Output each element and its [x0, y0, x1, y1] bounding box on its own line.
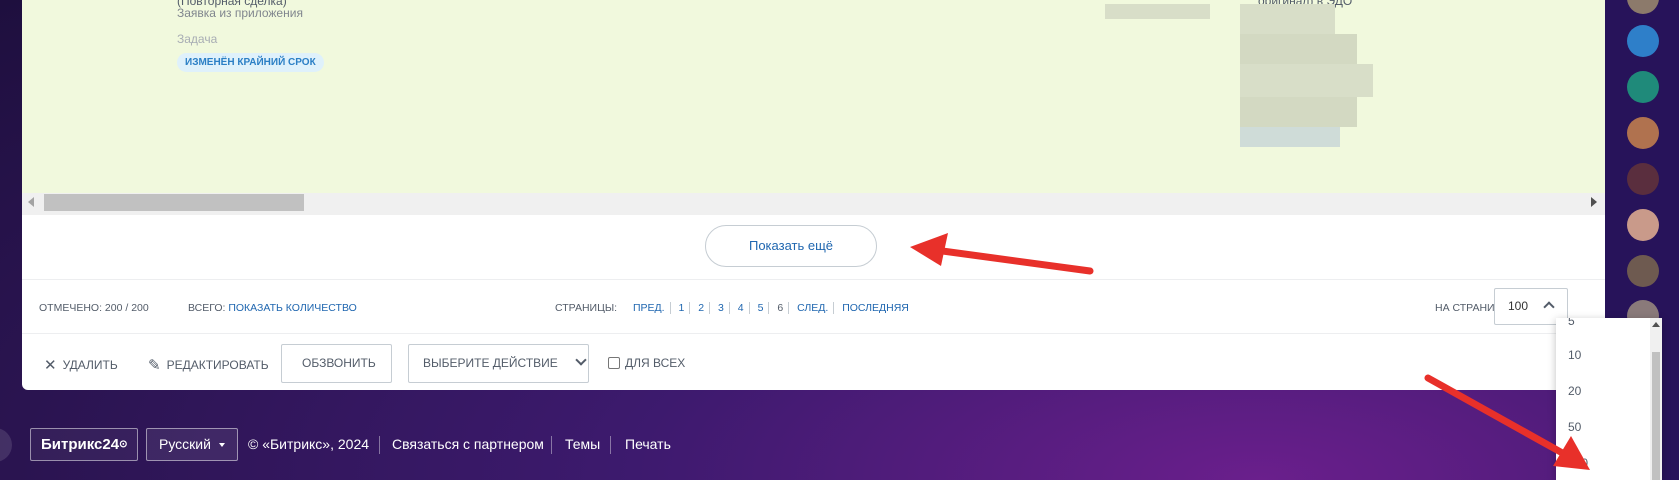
scroll-up-icon[interactable] — [1652, 322, 1660, 327]
divider — [551, 436, 552, 454]
page-current-6: 6 — [772, 302, 790, 314]
deal-source-text: Заявка из приложения — [177, 6, 303, 20]
scrollbar-thumb[interactable] — [1652, 352, 1660, 480]
divider — [610, 436, 611, 454]
show-more-button[interactable]: Показать ещё — [705, 225, 877, 267]
language-label: Русский — [159, 436, 211, 452]
tasks-icon[interactable] — [1627, 25, 1659, 57]
scrollbar-thumb[interactable] — [44, 194, 304, 211]
call-button[interactable]: ОБЗВОНИТЬ — [281, 344, 392, 383]
avatar[interactable] — [1627, 117, 1659, 149]
avatar[interactable] — [1627, 209, 1659, 241]
clock-icon: ⊙ — [119, 439, 128, 450]
grid-row-highlighted[interactable]: (Повторная сделка) Заявка из приложения … — [22, 0, 1605, 193]
delete-button[interactable]: ✕ УДАЛИТЬ — [44, 356, 118, 374]
per-page-dropdown: 5 10 20 50 100 — [1556, 318, 1662, 480]
redacted-block — [1240, 34, 1357, 64]
page-prev-link[interactable]: ПРЕД. — [628, 302, 671, 314]
delete-label: УДАЛИТЬ — [62, 358, 118, 372]
themes-link[interactable]: Темы — [565, 436, 600, 452]
total-counter: ВСЕГО: ПОКАЗАТЬ КОЛИЧЕСТВО — [188, 302, 357, 314]
avatar[interactable] — [1627, 0, 1659, 14]
for-all-checkbox[interactable]: ДЛЯ ВСЕХ — [608, 356, 685, 370]
page-link-4[interactable]: 4 — [733, 302, 750, 314]
per-page-option-20[interactable]: 20 — [1568, 384, 1581, 398]
marked-label: ОТМЕЧЕНО: — [39, 302, 102, 314]
chevron-up-icon — [1543, 301, 1555, 313]
redacted-block — [1240, 127, 1340, 147]
edit-button[interactable]: ✎ РЕДАКТИРОВАТЬ — [148, 356, 269, 374]
avatar[interactable] — [1627, 255, 1659, 287]
chevron-down-icon — [575, 354, 587, 366]
checkbox-box[interactable] — [608, 357, 620, 369]
page-link-1[interactable]: 1 — [674, 302, 691, 314]
redacted-block — [1240, 4, 1335, 34]
show-count-link[interactable]: ПОКАЗАТЬ КОЛИЧЕСТВО — [228, 302, 356, 314]
scroll-right-icon[interactable] — [1591, 197, 1597, 207]
total-label: ВСЕГО: — [188, 302, 226, 314]
redacted-block — [1240, 64, 1373, 97]
edit-label: РЕДАКТИРОВАТЬ — [166, 358, 269, 372]
deadline-changed-badge: ИЗМЕНЁН КРАЙНИЙ СРОК — [177, 53, 324, 72]
redacted-block — [1105, 4, 1210, 19]
divider — [379, 436, 380, 454]
logo-text: Битрикс24 — [41, 436, 120, 453]
print-link[interactable]: Печать — [625, 436, 671, 452]
pencil-icon: ✎ — [148, 357, 161, 374]
pages-label: СТРАНИЦЫ: — [555, 302, 618, 314]
task-label: Задача — [177, 32, 218, 46]
bitrix24-logo[interactable]: Битрикс24⊙ — [30, 428, 139, 461]
pagination: СТРАНИЦЫ: ПРЕД. 1 2 3 4 5 6 СЛЕД. ПОСЛЕД… — [555, 302, 914, 314]
close-icon: ✕ — [44, 357, 57, 374]
action-panel: ✕ УДАЛИТЬ ✎ РЕДАКТИРОВАТЬ ОБЗВОНИТЬ ВЫБЕ… — [22, 334, 1605, 390]
language-select[interactable]: Русский — [146, 428, 238, 461]
per-page-option-100[interactable]: 100 — [1568, 456, 1588, 470]
marked-value: 200 / 200 — [104, 302, 149, 314]
page-link-3[interactable]: 3 — [713, 302, 730, 314]
contact-partner-link[interactable]: Связаться с партнером — [392, 436, 544, 452]
page-link-2[interactable]: 2 — [693, 302, 711, 314]
circle-decoration — [0, 428, 12, 462]
select-action-dropdown[interactable]: ВЫБЕРИТЕ ДЕЙСТВИЕ — [408, 344, 589, 383]
select-action-label: ВЫБЕРИТЕ ДЕЙСТВИЕ — [423, 356, 558, 370]
copyright-text: © «Битрикс», 2024 — [248, 436, 370, 452]
telephony-icon[interactable] — [1627, 71, 1659, 103]
page-last-link[interactable]: ПОСЛЕДНЯЯ — [837, 302, 914, 314]
scroll-left-icon[interactable] — [28, 197, 34, 207]
avatar[interactable] — [1627, 163, 1659, 195]
page-link-5[interactable]: 5 — [753, 302, 770, 314]
grid-panel: (Повторная сделка) Заявка из приложения … — [22, 0, 1605, 390]
horizontal-scrollbar[interactable] — [22, 193, 1605, 215]
for-all-label: ДЛЯ ВСЕХ — [625, 356, 686, 370]
dropdown-scrollbar[interactable] — [1650, 318, 1662, 480]
per-page-value: 100 — [1508, 299, 1529, 313]
per-page-option-50[interactable]: 50 — [1568, 420, 1581, 434]
marked-counter: ОТМЕЧЕНО: 200 / 200 — [39, 302, 149, 314]
page-next-link[interactable]: СЛЕД. — [792, 302, 835, 314]
grid-footer-bar: ОТМЕЧЕНО: 200 / 200 ВСЕГО: ПОКАЗАТЬ КОЛИ… — [22, 280, 1605, 333]
redacted-block — [1240, 97, 1357, 127]
per-page-option-5[interactable]: 5 — [1568, 318, 1575, 328]
per-page-option-10[interactable]: 10 — [1568, 348, 1581, 362]
caret-down-icon — [218, 443, 225, 447]
